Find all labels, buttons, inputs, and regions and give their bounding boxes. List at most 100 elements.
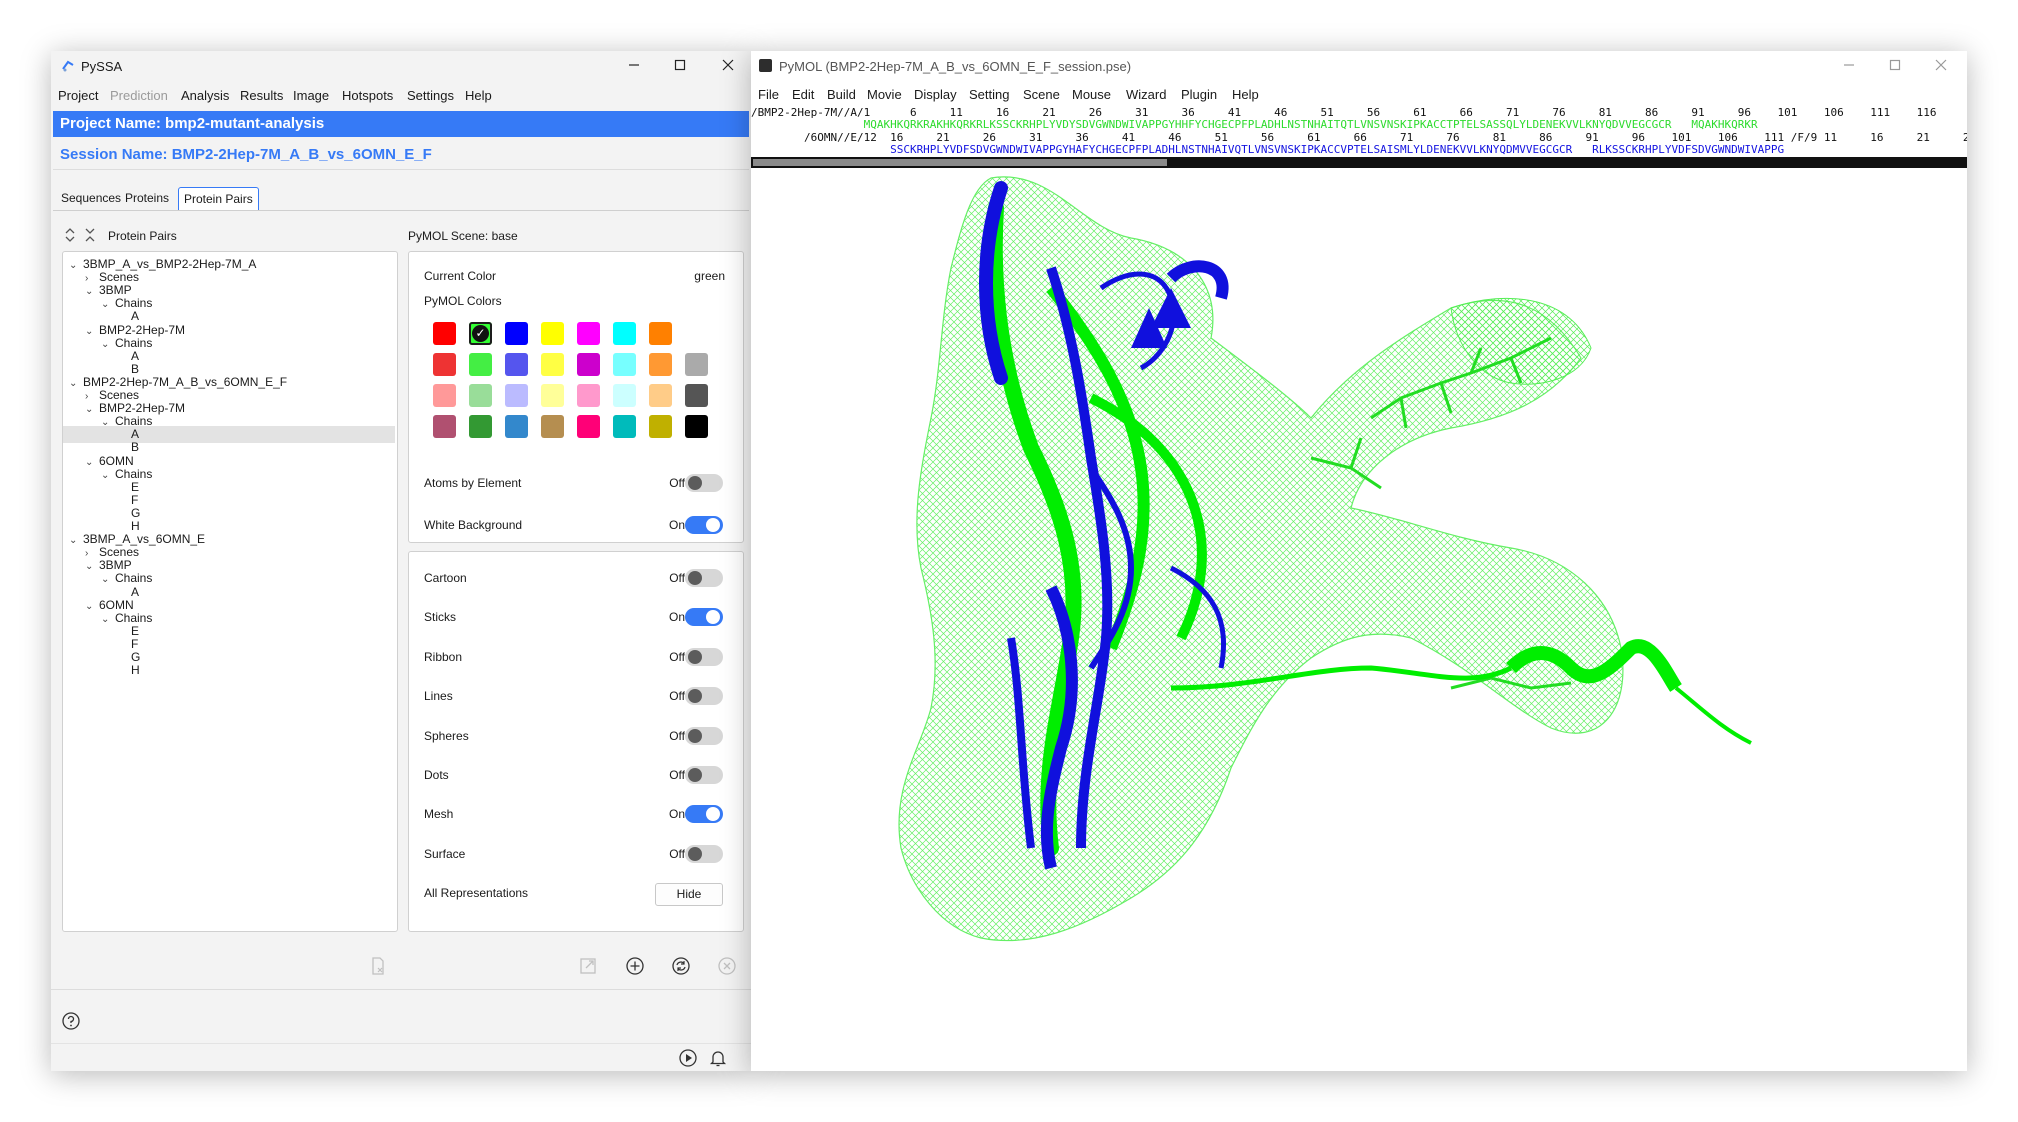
- all-representations-label: All Representations: [424, 886, 529, 901]
- color-panel: Current Color green PyMOL Colors ✓ Atoms…: [408, 251, 744, 543]
- pymol-menu-help[interactable]: Help: [1232, 87, 1259, 102]
- pymol-logo-icon: [759, 59, 772, 72]
- minimize-button[interactable]: [611, 51, 657, 83]
- pymol-menu-file[interactable]: File: [758, 87, 779, 102]
- color-swatch[interactable]: [469, 384, 492, 407]
- open-external-icon[interactable]: [578, 956, 598, 976]
- dots-toggle[interactable]: [685, 766, 723, 784]
- color-swatch[interactable]: [613, 353, 636, 376]
- pymol-minimize-button[interactable]: [1826, 51, 1872, 83]
- sequence-viewer[interactable]: /BMP2-2Hep-7M//A/1 6 11 16 21 26 31 36 4…: [751, 106, 1967, 157]
- maximize-button[interactable]: [657, 51, 703, 83]
- cartoon-state: Off: [669, 571, 685, 585]
- pymol-menu-edit[interactable]: Edit: [792, 87, 814, 102]
- color-swatch[interactable]: [649, 384, 672, 407]
- color-swatch[interactable]: [541, 353, 564, 376]
- pymol-menu-display[interactable]: Display: [914, 87, 957, 102]
- lines-toggle[interactable]: [685, 687, 723, 706]
- sequence-scrollbar[interactable]: [751, 157, 1967, 168]
- color-swatch[interactable]: [505, 384, 528, 407]
- color-swatch[interactable]: [433, 322, 456, 345]
- color-swatch[interactable]: [505, 322, 528, 345]
- color-swatch[interactable]: [685, 415, 708, 438]
- atoms-by-element-toggle[interactable]: [685, 474, 723, 492]
- menu-results[interactable]: Results: [240, 88, 283, 103]
- pymol-menu-setting[interactable]: Setting: [969, 87, 1009, 102]
- color-swatch[interactable]: [433, 415, 456, 438]
- color-swatch[interactable]: [685, 384, 708, 407]
- cartoon-toggle[interactable]: [685, 569, 723, 587]
- surface-toggle[interactable]: [685, 844, 723, 863]
- play-icon[interactable]: [678, 1048, 698, 1068]
- color-swatch[interactable]: [541, 322, 564, 345]
- protein-pairs-header: Protein Pairs: [108, 229, 177, 243]
- color-swatch[interactable]: [613, 322, 636, 345]
- mesh-toggle[interactable]: [685, 805, 723, 824]
- hide-all-button[interactable]: Hide: [655, 883, 723, 907]
- color-swatch[interactable]: [469, 353, 492, 376]
- close-button[interactable]: [705, 51, 751, 83]
- pyssa-window-title: PySSA: [81, 59, 123, 74]
- expand-all-icon[interactable]: [64, 227, 76, 243]
- menu-project[interactable]: Project: [58, 88, 98, 103]
- menu-analysis[interactable]: Analysis: [181, 88, 229, 103]
- sync-icon[interactable]: [671, 956, 691, 976]
- menu-hotspots[interactable]: Hotspots: [342, 88, 393, 103]
- sequence-residues-2[interactable]: SSCKRHPLYVDFSDVGWNDWIVAPPGYHAFYCHGECPFPL…: [751, 144, 1784, 156]
- pyssa-window: PySSA Project Prediction Analysis Result…: [51, 51, 751, 1071]
- color-swatch[interactable]: [577, 353, 600, 376]
- menu-image[interactable]: Image: [293, 88, 329, 103]
- sticks-toggle[interactable]: [685, 608, 723, 627]
- menu-settings[interactable]: Settings: [407, 88, 454, 103]
- color-swatch[interactable]: [505, 353, 528, 376]
- pymol-menu-plugin[interactable]: Plugin: [1181, 87, 1217, 102]
- menu-prediction[interactable]: Prediction: [110, 88, 168, 103]
- add-icon[interactable]: [625, 956, 645, 976]
- remove-icon[interactable]: [717, 956, 737, 976]
- surface-label: Surface: [424, 846, 466, 861]
- tab-sequences[interactable]: Sequences: [56, 187, 126, 209]
- pymol-3d-viewer[interactable]: [751, 168, 1967, 1071]
- color-swatch[interactable]: [649, 353, 672, 376]
- pymol-menu-build[interactable]: Build: [827, 87, 856, 102]
- pymol-maximize-button[interactable]: [1872, 51, 1918, 83]
- pymol-menu-movie[interactable]: Movie: [867, 87, 902, 102]
- pymol-close-button[interactable]: [1918, 51, 1964, 83]
- color-swatch[interactable]: [613, 384, 636, 407]
- color-swatch[interactable]: [433, 384, 456, 407]
- color-swatch[interactable]: [649, 415, 672, 438]
- protein-pairs-tree[interactable]: ⌄ 3BMP_A_vs_BMP2-2Hep-7M_A › Scenes ⌄ 3BMP ⌄ Ch…: [62, 251, 398, 932]
- sequence-scrollbar-thumb[interactable]: [753, 159, 1167, 166]
- tab-protein-pairs[interactable]: Protein Pairs: [178, 187, 259, 210]
- collapse-all-icon[interactable]: [84, 227, 96, 243]
- sequence-residues-1[interactable]: MQAKHKQRKRAKHKQRKRLKSSCKRHPLYVDYSDVGWNDW…: [751, 119, 1758, 131]
- tree-item[interactable]: H: [63, 662, 395, 679]
- color-swatch[interactable]: [685, 353, 708, 376]
- mesh-surface: [898, 176, 1624, 942]
- color-swatch[interactable]: [613, 415, 636, 438]
- color-swatch[interactable]: [433, 353, 456, 376]
- color-swatch[interactable]: [577, 415, 600, 438]
- spheres-toggle[interactable]: [685, 726, 723, 745]
- color-swatch[interactable]: [577, 384, 600, 407]
- color-swatch[interactable]: [541, 384, 564, 407]
- notification-bell-icon[interactable]: [708, 1048, 728, 1068]
- color-swatch[interactable]: [577, 322, 600, 345]
- menu-help[interactable]: Help: [465, 88, 492, 103]
- pymol-menu-wizard[interactable]: Wizard: [1126, 87, 1166, 102]
- maximize-icon: [674, 59, 686, 71]
- pymol-menu-mouse[interactable]: Mouse: [1072, 87, 1111, 102]
- color-swatch[interactable]: [541, 415, 564, 438]
- color-swatch[interactable]: [469, 415, 492, 438]
- white-background-toggle[interactable]: [685, 516, 723, 534]
- tab-proteins[interactable]: Proteins: [120, 187, 174, 209]
- spheres-state: Off: [669, 728, 685, 743]
- maximize-icon: [1889, 59, 1901, 71]
- delete-document-icon[interactable]: [368, 956, 388, 976]
- color-swatch[interactable]: ✓: [469, 322, 492, 345]
- pymol-menu-scene[interactable]: Scene: [1023, 87, 1060, 102]
- color-swatch[interactable]: [649, 322, 672, 345]
- help-icon[interactable]: [61, 1011, 81, 1031]
- color-swatch[interactable]: [505, 415, 528, 438]
- ribbon-toggle[interactable]: [685, 647, 723, 666]
